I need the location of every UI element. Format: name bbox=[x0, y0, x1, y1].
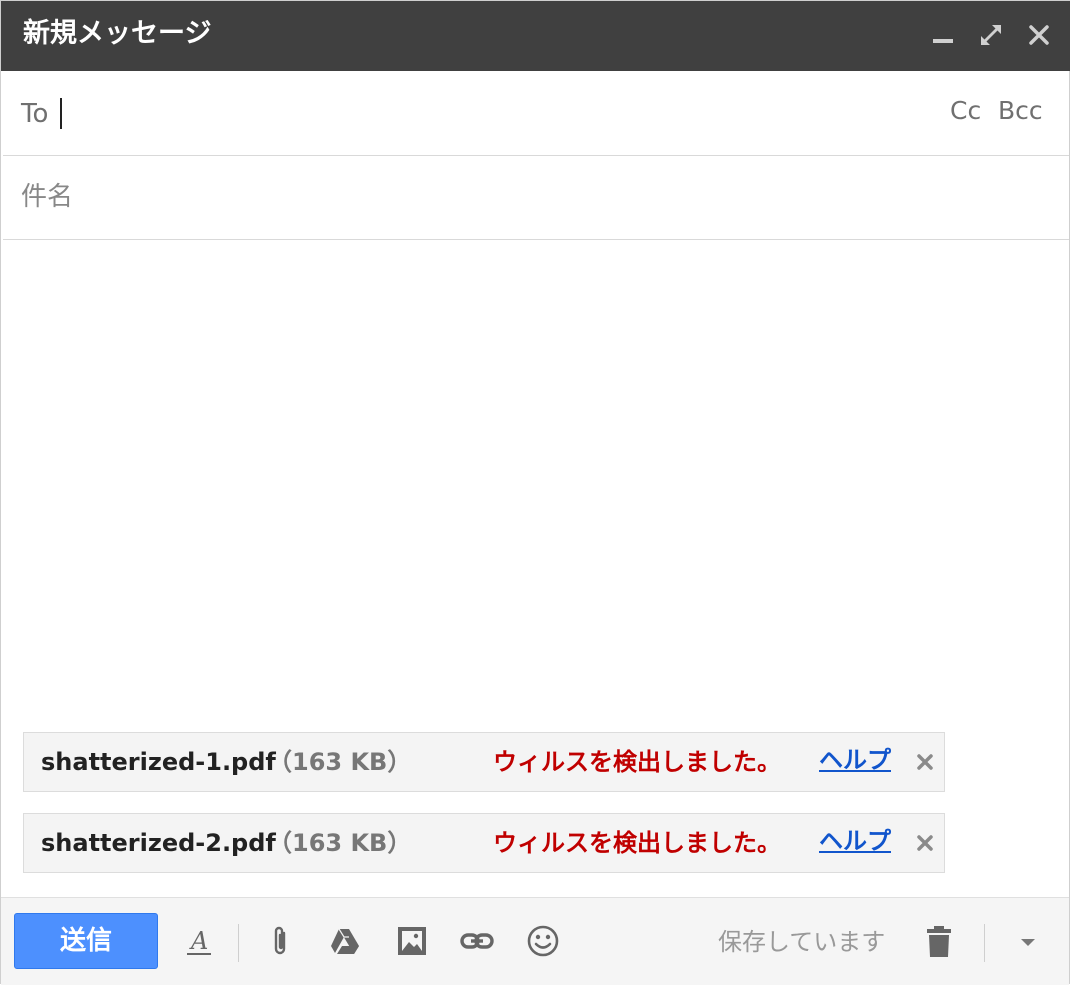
to-field[interactable]: To Cc Bcc bbox=[3, 72, 1069, 156]
trash-icon[interactable] bbox=[922, 924, 956, 958]
attachment-name: shatterized-2.pdf bbox=[41, 829, 276, 857]
compose-toolbar: 送信 A 保存しています bbox=[1, 897, 1069, 985]
help-link[interactable]: ヘルプ bbox=[819, 744, 891, 776]
help-link[interactable]: ヘルプ bbox=[819, 825, 891, 857]
attachment-name: shatterized-1.pdf bbox=[41, 748, 276, 776]
photo-icon[interactable] bbox=[395, 924, 429, 958]
attachment-size: （163 KB） bbox=[268, 829, 412, 857]
attachment-size: （163 KB） bbox=[268, 748, 412, 776]
svg-text:A: A bbox=[189, 927, 208, 955]
remove-attachment-icon[interactable] bbox=[915, 833, 935, 853]
message-body[interactable] bbox=[3, 241, 1069, 721]
close-icon[interactable] bbox=[1026, 22, 1052, 48]
attach-icon[interactable] bbox=[264, 924, 298, 958]
save-status: 保存しています bbox=[718, 928, 886, 956]
bcc-link[interactable]: Bcc bbox=[998, 94, 1043, 128]
send-button[interactable]: 送信 bbox=[14, 913, 158, 969]
to-label: To bbox=[21, 99, 49, 129]
remove-attachment-icon[interactable] bbox=[915, 752, 935, 772]
virus-warning: ウィルスを検出しました。 bbox=[493, 748, 781, 776]
virus-warning: ウィルスを検出しました。 bbox=[493, 829, 781, 857]
attachment-chip[interactable]: shatterized-1.pdf （163 KB） ウィルスを検出しました。 … bbox=[23, 732, 945, 792]
compose-title-bar[interactable]: 新規メッセージ bbox=[1, 1, 1070, 71]
emoji-icon[interactable] bbox=[526, 924, 560, 958]
cc-link[interactable]: Cc bbox=[950, 94, 981, 128]
formatting-icon[interactable]: A bbox=[182, 924, 216, 958]
text-cursor bbox=[60, 98, 62, 129]
subject-field[interactable]: 件名 bbox=[3, 156, 1069, 240]
compose-title: 新規メッセージ bbox=[23, 18, 212, 49]
drive-icon[interactable] bbox=[328, 924, 362, 958]
compose-window: 新規メッセージ To Cc Bcc 件名 shatterized-1.pdf （… bbox=[0, 0, 1070, 985]
expand-icon[interactable] bbox=[978, 22, 1004, 48]
toolbar-divider bbox=[238, 924, 239, 962]
subject-placeholder: 件名 bbox=[21, 182, 74, 212]
minimize-icon[interactable] bbox=[930, 22, 956, 48]
toolbar-divider bbox=[984, 924, 985, 962]
more-options-icon[interactable] bbox=[1011, 924, 1045, 958]
link-icon[interactable] bbox=[460, 924, 494, 958]
attachment-chip[interactable]: shatterized-2.pdf （163 KB） ウィルスを検出しました。 … bbox=[23, 813, 945, 873]
